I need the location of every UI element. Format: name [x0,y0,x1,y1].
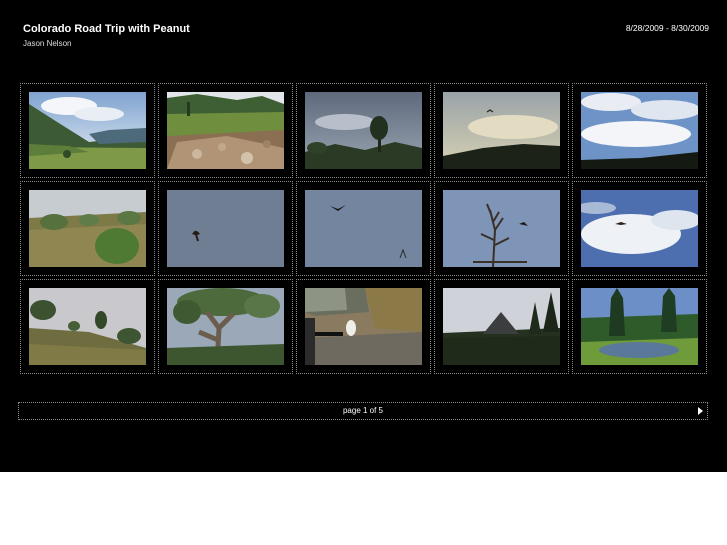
thumbnail-image[interactable] [443,288,560,365]
thumbnail-image[interactable] [29,92,146,169]
thumbnail-image[interactable] [167,288,284,365]
thumbnail-image[interactable] [29,288,146,365]
gallery-title: Colorado Road Trip with Peanut [23,23,190,35]
thumbnail-cell[interactable] [296,181,431,276]
thumbnail-cell[interactable] [158,279,293,374]
gallery-date-range: 8/28/2009 - 8/30/2009 [625,23,709,33]
thumbnail-image[interactable] [581,92,698,169]
thumbnail-cell[interactable] [572,83,707,178]
thumbnail-cell[interactable] [20,279,155,374]
thumbnail-image[interactable] [443,190,560,267]
thumbnail-image[interactable] [443,92,560,169]
pager-label: page 1 of 5 [342,406,384,415]
thumbnail-image[interactable] [167,190,284,267]
thumbnail-image[interactable] [167,92,284,169]
thumbnail-cell[interactable] [20,181,155,276]
next-page-icon[interactable] [698,407,703,415]
pager-bar: page 1 of 5 [18,402,708,420]
thumbnail-image[interactable] [305,190,422,267]
thumbnail-cell[interactable] [572,181,707,276]
thumbnail-cell[interactable] [434,279,569,374]
thumbnail-image[interactable] [305,92,422,169]
thumbnail-image[interactable] [29,190,146,267]
thumbnail-cell[interactable] [158,83,293,178]
thumbnail-cell[interactable] [434,181,569,276]
thumbnail-cell[interactable] [434,83,569,178]
gallery-stage: Colorado Road Trip with Peanut Jason Nel… [0,0,727,472]
thumbnail-cell[interactable] [20,83,155,178]
thumbnail-grid [20,83,707,374]
thumbnail-image[interactable] [305,288,422,365]
thumbnail-cell[interactable] [158,181,293,276]
gallery-author: Jason Nelson [23,39,72,48]
thumbnail-cell[interactable] [296,279,431,374]
thumbnail-image[interactable] [581,288,698,365]
thumbnail-image[interactable] [581,190,698,267]
thumbnail-cell[interactable] [296,83,431,178]
thumbnail-cell[interactable] [572,279,707,374]
